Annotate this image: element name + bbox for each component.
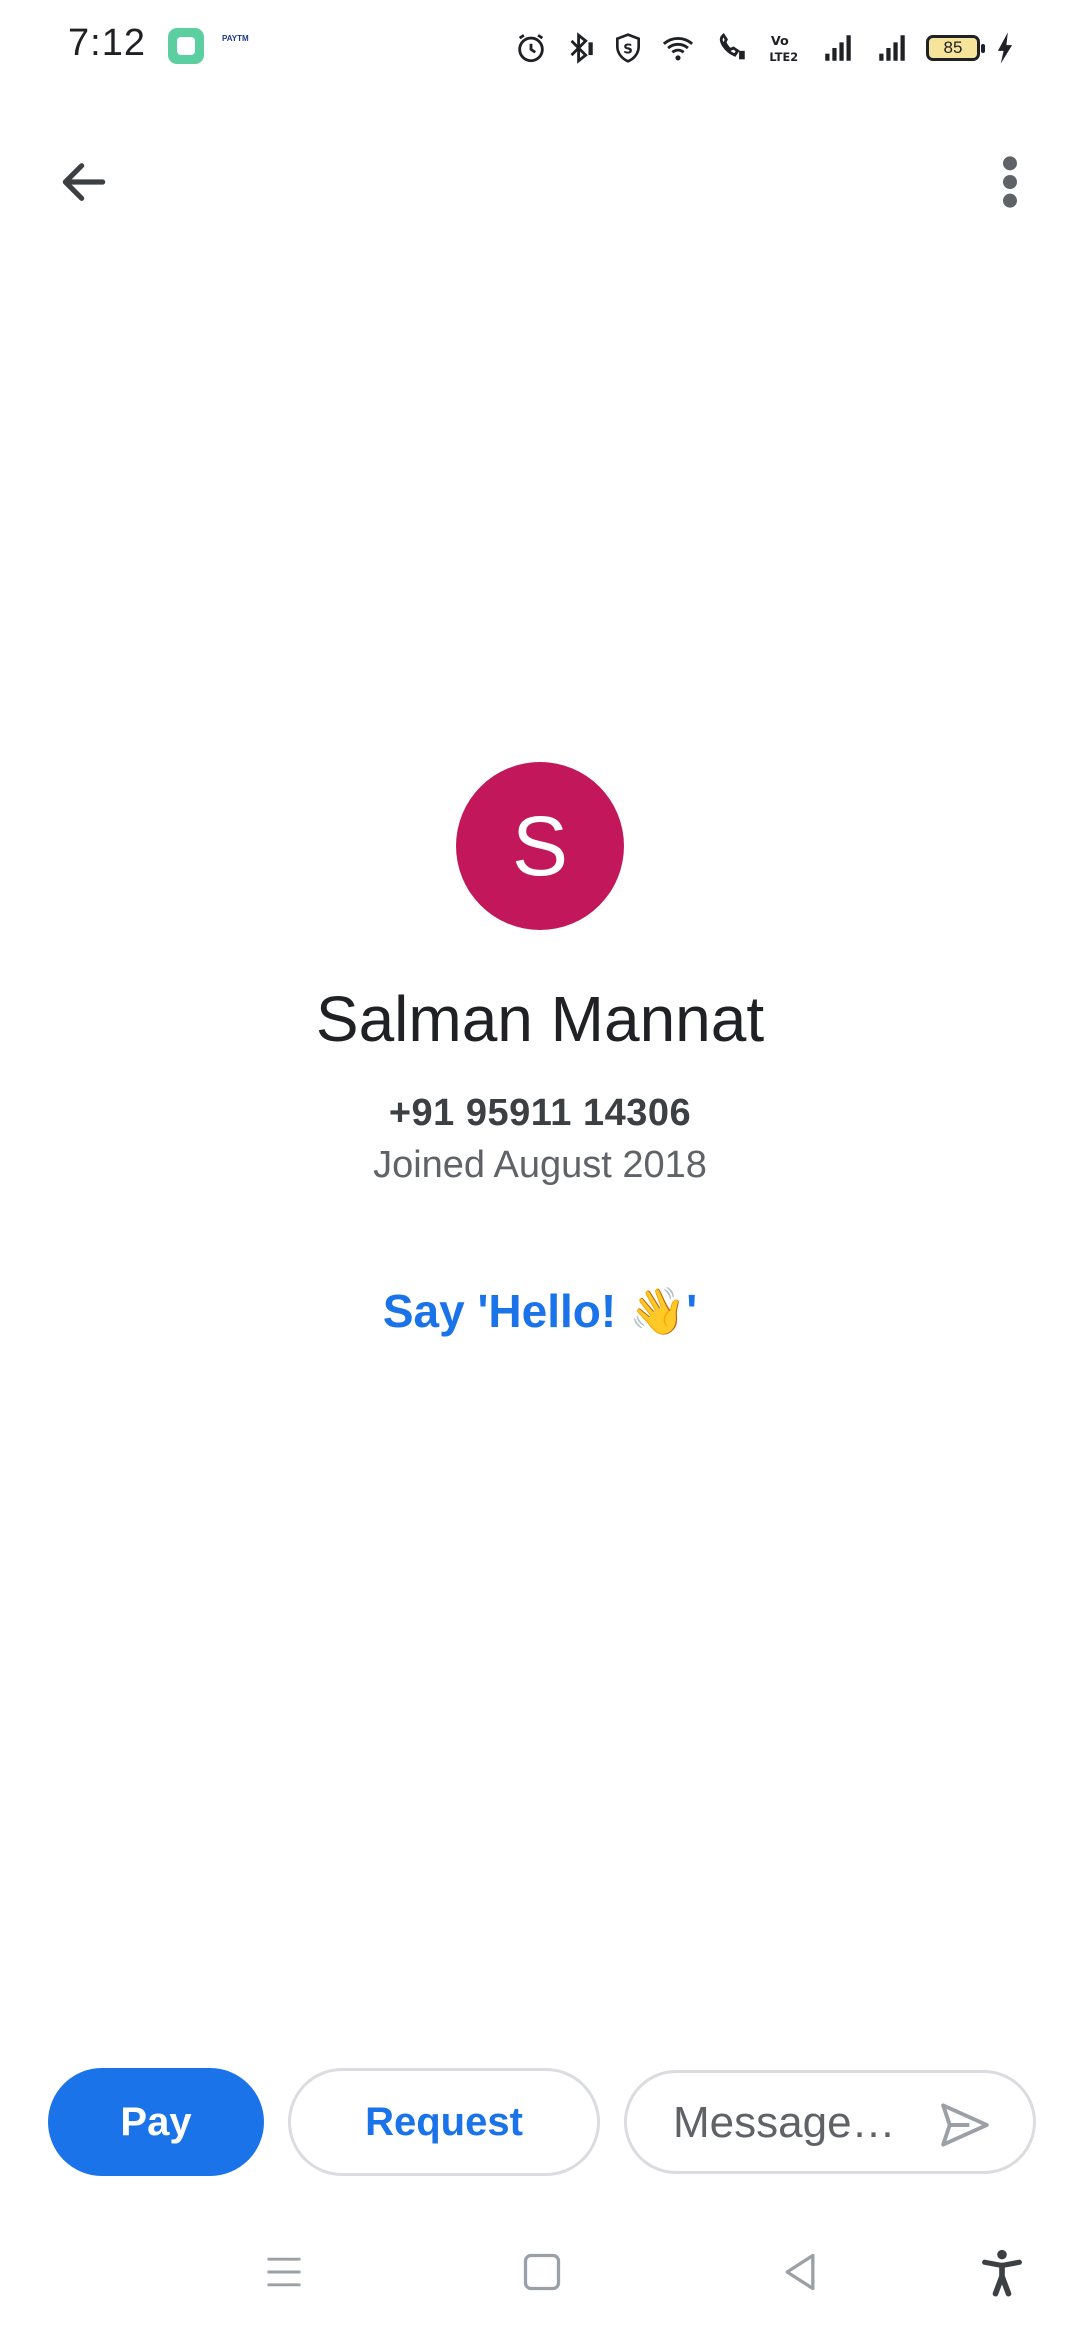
avatar-initial: S (511, 798, 569, 893)
more-options-button[interactable] (978, 146, 1042, 218)
signal-icon (879, 35, 905, 61)
battery-icon: 85 (926, 35, 985, 61)
volte-icon: VoLTE2 (769, 34, 798, 64)
message-field (624, 2070, 1036, 2174)
svg-text:S: S (623, 42, 633, 57)
send-button[interactable] (937, 2101, 993, 2149)
contact-name: Salman Mannat (315, 983, 765, 1055)
pay-button[interactable]: Pay (48, 2068, 264, 2176)
wifi-icon (662, 37, 694, 61)
say-hello-button[interactable]: Say 'Hello! 👋' (0, 1284, 1080, 1339)
svg-text:Vo: Vo (771, 34, 789, 49)
nav-home-icon[interactable] (520, 2250, 564, 2294)
bluetooth-icon (570, 32, 593, 64)
nav-back-icon[interactable] (778, 2250, 822, 2294)
contact-phone: +91 95911 14306 (388, 1092, 692, 1134)
joined-date: Joined August 2018 (373, 1144, 707, 1186)
alarm-icon (518, 34, 544, 63)
battery-level: 85 (943, 38, 963, 57)
svg-text:LTE2: LTE2 (769, 50, 798, 64)
paytm-notification-icon: PAYTM (222, 34, 256, 56)
wifi-calling-icon (719, 33, 745, 60)
charging-bolt-icon (997, 32, 1013, 64)
paytm-icon-text: PAYTM (222, 34, 249, 43)
status-time: 7:12 (68, 22, 146, 64)
notification-app-icon (168, 28, 204, 64)
accessibility-icon[interactable] (976, 2246, 1028, 2298)
more-vert-icon (1003, 156, 1017, 208)
status-icons: S Vo LTE2 85 (514, 26, 1016, 70)
request-button[interactable]: Request (288, 2068, 600, 2176)
back-button[interactable] (48, 146, 120, 218)
send-icon (941, 2103, 989, 2147)
nav-menu-icon[interactable] (262, 2250, 306, 2294)
shield-icon: S (616, 33, 640, 63)
status-bar: 7:12 PAYTM S Vo LTE2 85 (0, 0, 1080, 96)
message-input[interactable] (673, 2095, 933, 2151)
arrow-back-icon (62, 163, 106, 201)
signal-icon (825, 35, 851, 61)
avatar: S (456, 762, 624, 930)
